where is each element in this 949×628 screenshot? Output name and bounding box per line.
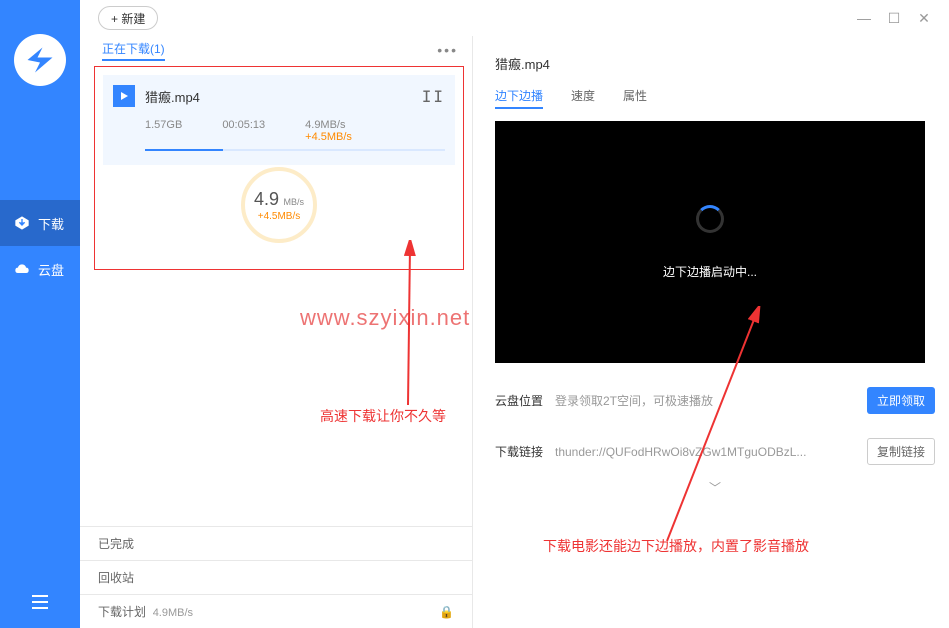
nav-download-label: 下载 — [38, 214, 64, 233]
progress-bar — [145, 149, 445, 151]
claim-button[interactable]: 立即领取 — [867, 387, 935, 414]
task-time: 00:05:13 — [222, 119, 265, 143]
window-close[interactable]: ✕ — [909, 6, 939, 30]
more-icon[interactable]: ••• — [437, 42, 458, 58]
nav-download[interactable]: 下载 — [0, 200, 80, 246]
nav-cloud[interactable]: 云盘 — [0, 246, 80, 292]
window-maximize[interactable]: ☐ — [879, 6, 909, 30]
loading-text: 边下边播启动中... — [663, 263, 757, 280]
tab-play-while-download[interactable]: 边下边播 — [495, 87, 543, 109]
download-link-label: 下载链接 — [495, 443, 555, 460]
app-logo — [0, 0, 80, 120]
lock-icon: 🔒 — [439, 605, 454, 619]
menu-button[interactable] — [0, 594, 80, 610]
annotation-text-2: 下载电影还能边下边播放，内置了影音播放 — [543, 536, 809, 556]
tab-speed-detail[interactable]: 速度 — [571, 87, 595, 109]
hamburger-icon — [30, 594, 50, 610]
loading-spinner — [696, 205, 724, 233]
tab-completed[interactable]: 已完成 — [80, 526, 472, 560]
play-icon — [113, 85, 135, 107]
download-icon — [14, 215, 30, 231]
task-size: 1.57GB — [145, 119, 182, 143]
task-speed: 4.9MB/s +4.5MB/s — [305, 119, 405, 143]
annotation-arrow — [378, 240, 438, 410]
pause-button[interactable]: II — [422, 87, 445, 106]
tab-downloading[interactable]: 正在下载(1) — [102, 40, 165, 61]
nav-cloud-label: 云盘 — [38, 260, 64, 279]
annotation-arrow-2 — [657, 306, 777, 546]
annotation-text-1: 高速下载让你不久等 — [320, 406, 446, 426]
tab-recycle[interactable]: 回收站 — [80, 560, 472, 594]
copy-link-button[interactable]: 复制链接 — [867, 438, 935, 465]
tab-plan[interactable]: 下载计划 4.9MB/s 🔒 — [80, 594, 472, 628]
cloud-location-label: 云盘位置 — [495, 392, 555, 409]
task-filename: 猎瘢.mp4 — [145, 87, 422, 106]
new-button[interactable]: + 新建 — [98, 6, 158, 30]
tab-attributes[interactable]: 属性 — [623, 87, 647, 109]
cloud-icon — [14, 261, 30, 277]
speed-badge: 4.9 MB/s +4.5MB/s — [241, 167, 317, 243]
download-task[interactable]: 猎瘢.mp4 II 1.57GB 00:05:13 4.9MB/s +4.5MB… — [103, 75, 455, 165]
detail-filename: 猎瘢.mp4 — [495, 54, 935, 73]
window-minimize[interactable]: — — [849, 6, 879, 30]
